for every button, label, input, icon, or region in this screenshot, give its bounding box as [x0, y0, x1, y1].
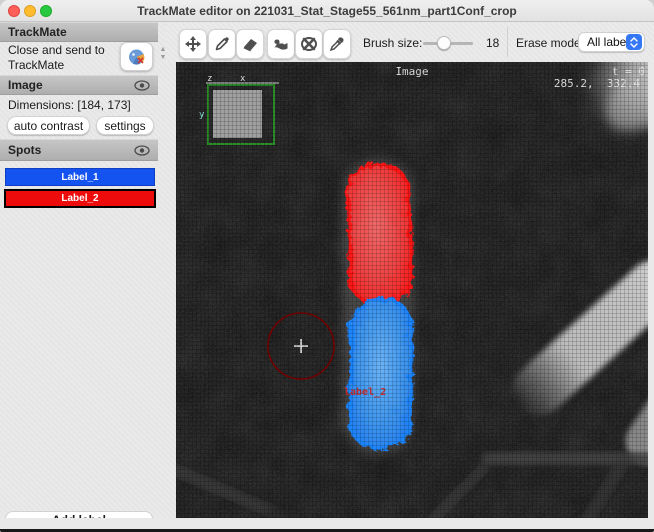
eyedropper-icon [328, 35, 346, 53]
brush-size-label: Brush size: [363, 36, 422, 50]
move-icon [184, 35, 202, 53]
clear-labels-icon [300, 35, 318, 53]
overview-viewport-rect[interactable] [213, 90, 262, 138]
zoom-window-button[interactable] [40, 5, 52, 17]
close-window-button[interactable] [8, 5, 20, 17]
pencil-icon [213, 35, 231, 53]
window-title: TrackMate editor on 221031_Stat_Stage55_… [0, 4, 654, 18]
auto-contrast-button[interactable]: auto contrast [7, 116, 90, 135]
trackmate-panel: TrackMate Close and send to TrackMate Im… [0, 22, 176, 532]
spot-label-row-label2-selected[interactable]: Label_2 [4, 189, 156, 208]
label2-name: Label_2 [61, 193, 98, 204]
axis-z-label: z [207, 74, 212, 84]
eraser-icon [241, 35, 259, 53]
trackmate-editor-window: TrackMate editor on 221031_Stat_Stage55_… [0, 0, 654, 532]
label1-name: Label_1 [61, 172, 98, 183]
trackmate-logo-icon [127, 47, 147, 67]
dropdown-stepper-icon [626, 34, 642, 50]
erase-mode-label: Erase mode: [516, 36, 584, 50]
clear-labels-tool-button[interactable] [295, 29, 323, 59]
section-header-image[interactable]: Image [0, 75, 158, 95]
spots-visibility-eye-icon[interactable] [134, 145, 150, 156]
image-dimensions-text: Dimensions: [184, 173] [8, 98, 131, 112]
axis-x-label: x [240, 74, 246, 84]
close-send-button[interactable] [120, 42, 153, 71]
panel-header-trackmate-label: TrackMate [8, 25, 67, 39]
cursor-coordinates-text: 285.2, 332.4 [554, 77, 640, 90]
image-canvas-svg: z x y Image t = 0 285.2, 332.4 label_2 [176, 62, 648, 518]
move-tool-button[interactable] [179, 29, 207, 59]
erase-tool-button[interactable] [236, 29, 264, 59]
brush-size-slider[interactable] [423, 42, 473, 45]
section-spots-label: Spots [8, 143, 41, 157]
editor-toolbar: Brush size: 18 Erase mode: All labels [166, 22, 654, 62]
spot-label-row-label1[interactable]: Label_1 [5, 168, 155, 186]
brush-size-slider-handle[interactable] [437, 36, 451, 50]
minimize-window-button[interactable] [24, 5, 36, 17]
erase-mode-dropdown[interactable]: All labels [578, 32, 645, 52]
section-header-spots[interactable]: Spots [0, 139, 158, 161]
picker-tool-button[interactable] [323, 29, 351, 59]
draw-tool-button[interactable] [208, 29, 236, 59]
canvas-image-title: Image [395, 65, 428, 78]
image-visibility-eye-icon[interactable] [134, 80, 150, 91]
brush-size-value: 18 [486, 36, 499, 50]
axis-y-label: y [199, 110, 205, 120]
section-image-label: Image [8, 78, 43, 92]
image-canvas[interactable]: z x y Image t = 0 285.2, 332.4 label_2 [176, 62, 648, 518]
panel-header-trackmate: TrackMate [0, 22, 158, 42]
fill-tool-button[interactable] [267, 29, 295, 59]
title-bar: TrackMate editor on 221031_Stat_Stage55_… [0, 0, 654, 22]
toolbar-separator [507, 27, 508, 57]
spot-overlay-label2-red[interactable] [345, 162, 411, 303]
settings-button[interactable]: settings [96, 116, 154, 135]
flood-fill-icon [272, 35, 290, 53]
spot-overlay-label1-blue[interactable] [348, 297, 411, 446]
close-send-label: Close and send to TrackMate [8, 43, 118, 73]
spot-name-annotation: label_2 [344, 387, 386, 398]
